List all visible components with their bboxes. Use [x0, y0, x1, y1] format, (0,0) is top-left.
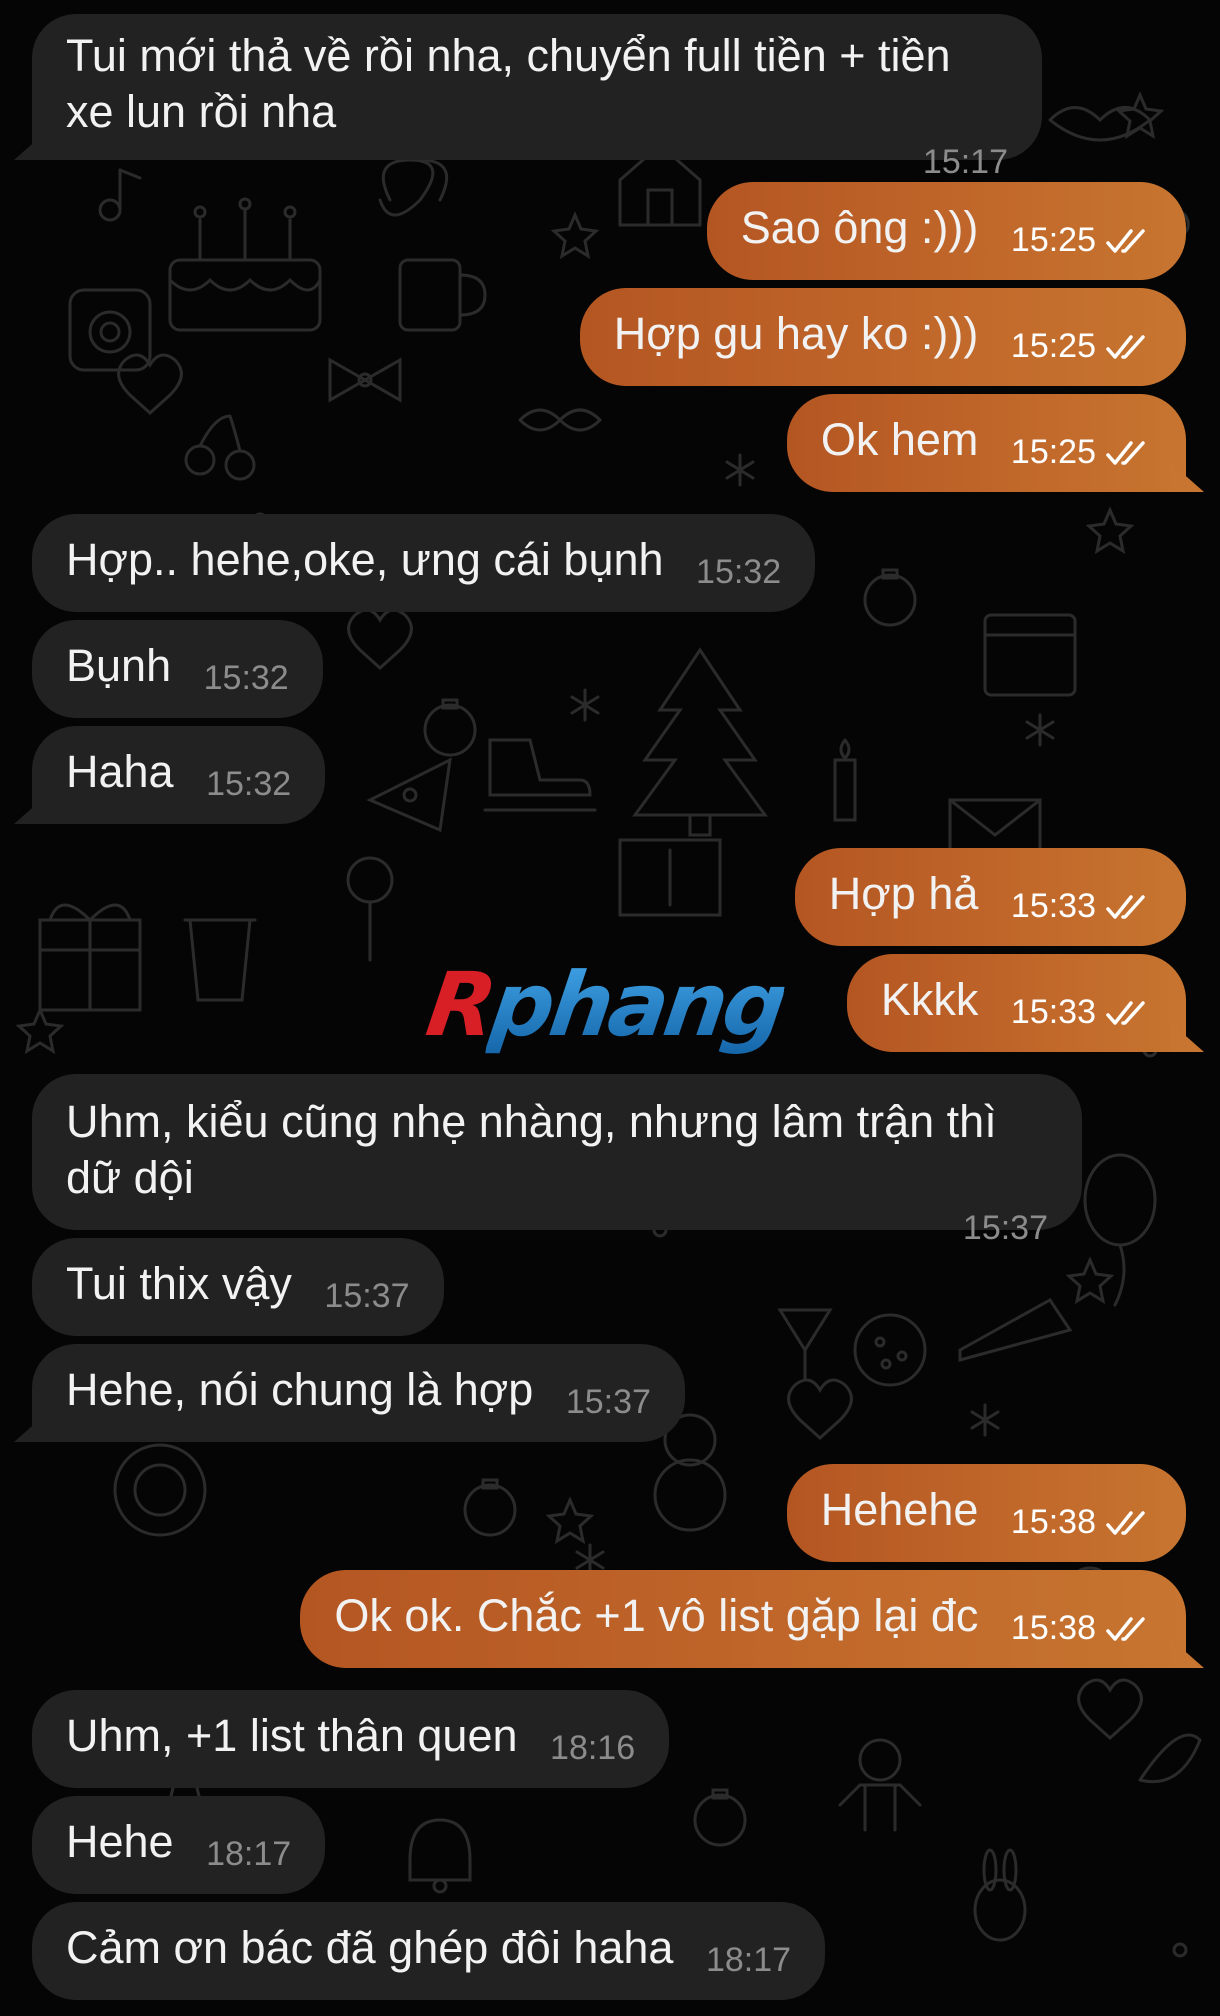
- message-meta: 15:38: [1011, 1494, 1152, 1550]
- message-meta: 18:16: [550, 1720, 635, 1776]
- message-time: 15:33: [1010, 887, 1096, 925]
- double-check-icon: [1106, 441, 1145, 465]
- message-time: 15:38: [1010, 1609, 1096, 1647]
- bubble-tail: [14, 130, 48, 160]
- bubble-tail: [1170, 462, 1204, 492]
- message-time: 15:33: [1010, 993, 1096, 1031]
- message-meta: 15:38: [1011, 1600, 1152, 1656]
- message-text: Hợp gu hay ko :))): [613, 308, 979, 359]
- message-text: Hehe: [66, 1816, 174, 1867]
- message-text: Cảm ơn bác đã ghép đôi haha: [66, 1922, 674, 1973]
- message-bubble-incoming[interactable]: Tui thix vậy 15:37: [32, 1238, 444, 1336]
- message-bubble-outgoing[interactable]: Hợp gu hay ko :))) 15:25: [579, 288, 1186, 386]
- message-meta: 15:37: [324, 1268, 409, 1324]
- message-bubble-incoming[interactable]: Hợp.. hehe,oke, ưng cái bụnh 15:32: [32, 514, 816, 612]
- message-meta: 15:25: [1011, 424, 1152, 480]
- message-text: Uhm, kiểu cũng nhẹ nhàng, nhưng lâm trận…: [66, 1096, 1010, 1203]
- double-check-icon: [1106, 1617, 1145, 1641]
- message-meta: 15:33: [1011, 878, 1152, 934]
- message-text: Tui mới thả về rồi nha, chuyển full tiền…: [66, 30, 964, 137]
- message-time: 15:32: [203, 659, 289, 697]
- message-bubble-incoming[interactable]: Hehe, nói chung là hợp 15:37: [14, 1344, 685, 1442]
- message-bubble-incoming[interactable]: Tui mới thả về rồi nha, chuyển full tiền…: [14, 14, 1042, 181]
- message-bubble-outgoing[interactable]: Sao ông :))) 15:25: [706, 182, 1186, 280]
- message-time: 15:37: [324, 1277, 410, 1315]
- message-text: Ok hem: [820, 414, 979, 465]
- message-meta: 15:25: [1011, 212, 1152, 268]
- message-bubble-incoming[interactable]: Uhm, +1 list thân quen 18:16: [32, 1690, 670, 1788]
- message-bubble-outgoing[interactable]: Kkkk 15:33: [846, 954, 1204, 1052]
- chat-message-list[interactable]: Tui mới thả về rồi nha, chuyển full tiền…: [0, 0, 1220, 2016]
- message-meta: 18:17: [706, 1932, 791, 1988]
- message-meta: 15:25: [1011, 318, 1152, 374]
- message-meta: 15:32: [696, 544, 781, 600]
- message-time: 18:17: [705, 1941, 792, 1979]
- message-text: Kkkk: [880, 974, 979, 1025]
- message-text: Tui thix vậy: [66, 1258, 292, 1309]
- message-text: Sao ông :))): [740, 202, 979, 253]
- message-time: 15:25: [1010, 327, 1096, 365]
- message-meta: 18:17: [206, 1826, 291, 1882]
- message-time: 18:16: [550, 1729, 636, 1767]
- message-bubble-incoming[interactable]: Hehe 18:17: [32, 1796, 326, 1894]
- message-meta: 15:32: [204, 650, 289, 706]
- message-bubble-outgoing[interactable]: Hợp hả 15:33: [794, 848, 1186, 946]
- message-text: Hợp.. hehe,oke, ưng cái bụnh: [66, 534, 664, 585]
- message-text: Haha: [66, 746, 174, 797]
- message-time: 15:25: [1010, 433, 1096, 471]
- double-check-icon: [1106, 229, 1145, 253]
- message-bubble-outgoing[interactable]: Ok ok. Chắc +1 vô list gặp lại đc 15:38: [300, 1570, 1204, 1668]
- bubble-tail: [14, 1412, 48, 1442]
- message-bubble-incoming[interactable]: Bụnh 15:32: [32, 620, 323, 718]
- double-check-icon: [1106, 1511, 1145, 1535]
- message-text: Hehehe: [820, 1484, 979, 1535]
- double-check-icon: [1106, 1001, 1145, 1025]
- message-time: 15:25: [1010, 221, 1096, 259]
- message-meta: 15:32: [206, 756, 291, 812]
- message-meta: 15:33: [1011, 984, 1152, 1040]
- double-check-icon: [1106, 895, 1145, 919]
- message-time: 15:32: [206, 765, 292, 803]
- message-time: 15:37: [565, 1383, 651, 1421]
- message-bubble-outgoing[interactable]: Ok hem 15:25: [786, 394, 1204, 492]
- bubble-tail: [1170, 1638, 1204, 1668]
- double-check-icon: [1106, 335, 1145, 359]
- message-time: 15:37: [962, 1209, 1048, 1247]
- bubble-tail: [14, 794, 48, 824]
- message-time: 15:38: [1010, 1503, 1096, 1541]
- message-text: Bụnh: [66, 640, 172, 691]
- message-bubble-incoming[interactable]: Cảm ơn bác đã ghép đôi haha 18:17: [32, 1902, 826, 2000]
- message-text: Uhm, +1 list thân quen: [66, 1710, 518, 1761]
- message-bubble-incoming[interactable]: Haha 15:32: [14, 726, 326, 824]
- message-time: 18:17: [206, 1835, 292, 1873]
- bubble-tail: [1170, 1022, 1204, 1052]
- message-text: Hợp hả: [828, 868, 979, 919]
- message-bubble-outgoing[interactable]: Hehehe 15:38: [786, 1464, 1186, 1562]
- message-time: 15:32: [696, 553, 782, 591]
- message-bubble-incoming[interactable]: Uhm, kiểu cũng nhẹ nhàng, nhưng lâm trận…: [32, 1074, 1082, 1247]
- message-text: Ok ok. Chắc +1 vô list gặp lại đc: [334, 1590, 979, 1641]
- message-text: Hehe, nói chung là hợp: [66, 1364, 534, 1415]
- message-meta: 15:37: [566, 1374, 651, 1430]
